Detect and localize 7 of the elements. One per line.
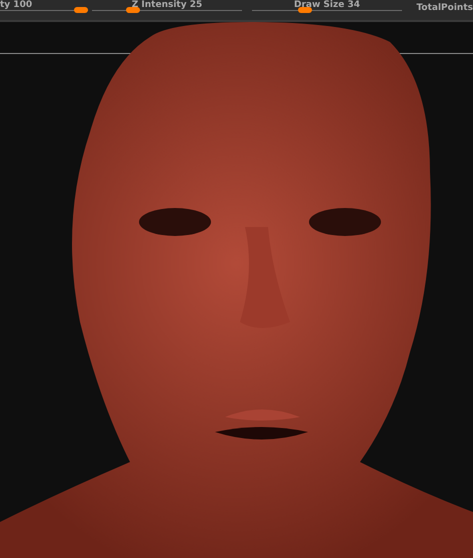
slider-thumb[interactable] (74, 7, 88, 13)
stat-label: TotalPoints (416, 2, 473, 15)
slider-label: Draw Size 34 (294, 0, 360, 10)
slider-label: ty 100 (0, 0, 32, 10)
slider-thumb[interactable] (126, 7, 140, 13)
slider-label: Z Intensity 25 (132, 0, 202, 10)
slider-thumb[interactable] (298, 7, 312, 13)
